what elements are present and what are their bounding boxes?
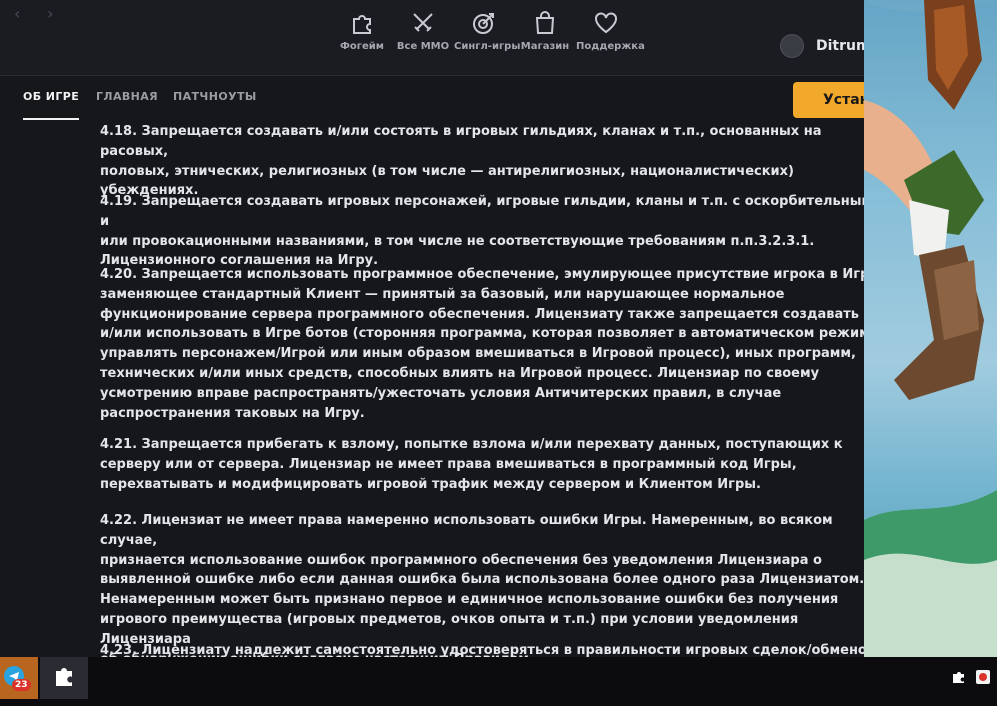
nav-item-label: Все ММО	[396, 41, 450, 52]
puzzle-icon	[56, 668, 72, 686]
nav-item-label: Фогейм	[340, 41, 384, 52]
taskbar: 23	[0, 657, 997, 706]
taskbar-telegram[interactable]: 23	[0, 657, 38, 699]
rule-paragraph-4-23: 4.23. Лицензиату надлежит самостоятельно…	[100, 643, 864, 658]
notification-badge: 23	[12, 679, 31, 691]
character-artwork	[864, 0, 997, 657]
shopping-bag-icon	[515, 8, 575, 38]
rule-paragraph-4-22: 4.22. Лицензиат не имеет права намеренно…	[100, 513, 864, 658]
taskbar-game-launcher[interactable]	[40, 657, 88, 699]
crossed-swords-icon	[393, 8, 453, 38]
rule-paragraph-4-21: 4.21. Запрещается прибегать к взлому, по…	[100, 437, 843, 492]
game-artwork-panel	[864, 0, 997, 657]
nav-item-label: Сингл-игры	[454, 41, 521, 52]
tray-app-icon[interactable]	[975, 669, 991, 685]
history-arrows: ‹ ›	[14, 4, 75, 23]
game-tabs: ОБ ИГРЕ ГЛАВНАЯ ПАТЧНОУТЫ	[0, 76, 864, 122]
tab-main[interactable]: ГЛАВНАЯ	[96, 90, 158, 103]
rules-text-area: 4.18. Запрещается создавать и/или состоя…	[0, 122, 864, 658]
nav-item-label: Поддержка	[576, 41, 645, 52]
main-nav: Фогейм Все ММО Сингл-игры Магазин Поддер…	[332, 8, 645, 52]
tab-about-game[interactable]: ОБ ИГРЕ	[23, 90, 80, 120]
launcher-window: ‹ › Фогейм Все ММО Сингл-игры Магазин По…	[0, 0, 997, 706]
tray-launcher-icon[interactable]	[950, 669, 966, 685]
avatar[interactable]	[780, 34, 804, 58]
nav-item-shop[interactable]: Магазин	[515, 8, 575, 52]
nav-item-single-games[interactable]: Сингл-игры	[454, 8, 521, 52]
top-navigation-bar: ‹ › Фогейм Все ММО Сингл-игры Магазин По…	[0, 0, 871, 76]
username[interactable]: Ditrum	[816, 38, 871, 54]
rule-paragraph-4-20: 4.20. Запрещается использовать программн…	[100, 267, 864, 421]
nav-item-all-mmo[interactable]: Все ММО	[393, 8, 453, 52]
forward-arrow-icon[interactable]: ›	[47, 4, 75, 23]
rule-paragraph-4-19: 4.19. Запрещается создавать игровых перс…	[100, 194, 864, 269]
tab-patchnotes[interactable]: ПАТЧНОУТЫ	[173, 90, 257, 103]
nav-item-support[interactable]: Поддержка	[576, 8, 645, 52]
nav-item-label: Магазин	[520, 41, 570, 52]
user-profile[interactable]: Ditrum	[780, 34, 871, 58]
nav-item-fogame[interactable]: Фогейм	[332, 8, 392, 52]
rule-paragraph-4-18: 4.18. Запрещается создавать и/или состоя…	[100, 124, 822, 199]
telegram-icon	[4, 666, 24, 686]
back-arrow-icon[interactable]: ‹	[14, 4, 42, 23]
target-icon	[454, 8, 514, 38]
heart-icon	[576, 8, 636, 38]
puzzle-icon	[332, 8, 392, 38]
